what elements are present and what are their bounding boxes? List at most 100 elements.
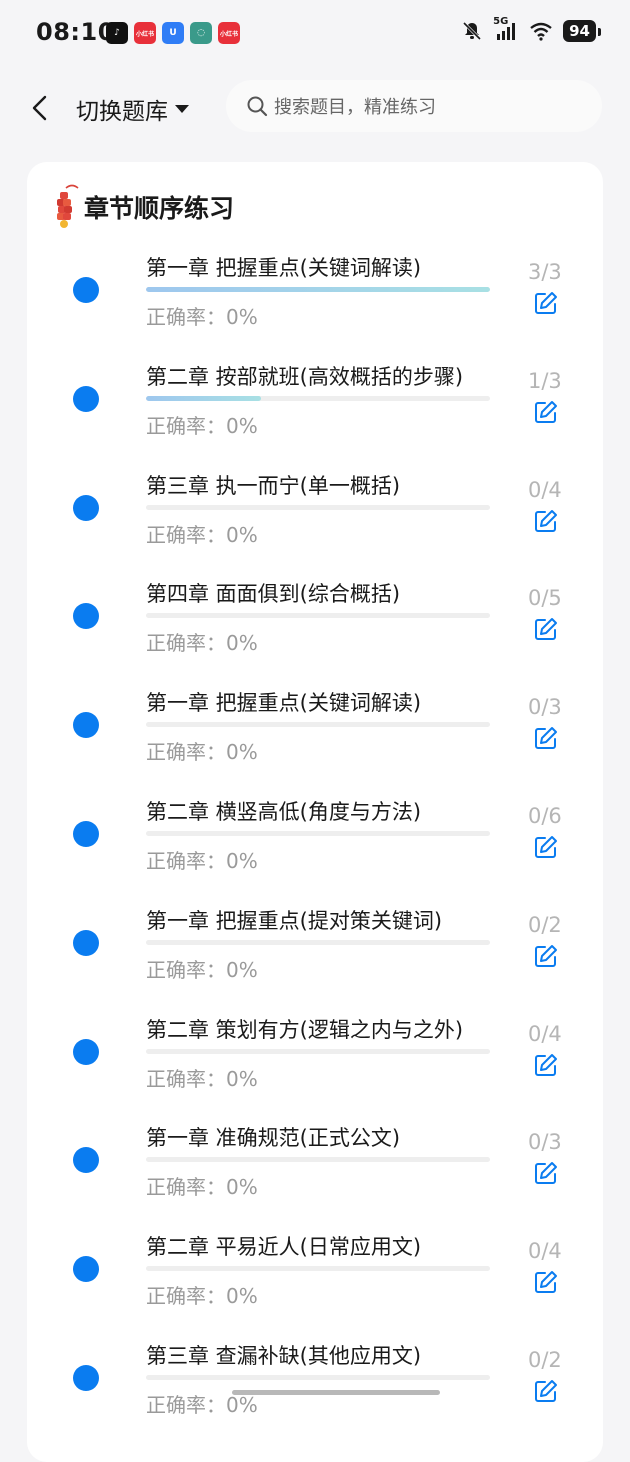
chapter-status-dot xyxy=(73,603,99,630)
scroll-indicator xyxy=(232,1390,440,1395)
xiaohongshu-icon-2: 小红书 xyxy=(218,22,240,44)
chapter-question-count: 1/3 xyxy=(528,368,562,393)
edit-icon xyxy=(533,1053,559,1082)
practice-edit-button[interactable] xyxy=(533,616,559,642)
chapter-progress-bar xyxy=(146,395,490,401)
chapter-accuracy: 正确率：0% xyxy=(146,413,258,438)
chapter-progress-bar xyxy=(146,1157,490,1163)
chapter-progress-bar xyxy=(146,939,490,945)
section-title: 章节顺序练习 xyxy=(84,194,235,223)
chapter-title: 第四章 面面俱到(综合概括) xyxy=(146,582,401,607)
chapter-question-count: 0/2 xyxy=(528,912,562,937)
practice-edit-button[interactable] xyxy=(533,508,559,534)
chapter-item[interactable]: 第一章 准确规范(正式公文) 正确率：0% 0/3 xyxy=(0,1120,630,1229)
chapter-accuracy: 正确率：0% xyxy=(146,957,258,982)
chapter-question-count: 0/3 xyxy=(528,695,562,720)
edit-icon xyxy=(533,400,559,429)
caret-down-icon xyxy=(175,105,189,113)
chapter-accuracy: 正确率：0% xyxy=(146,740,258,765)
chapter-item[interactable]: 第一章 把握重点(关键词解读) 正确率：0% 3/3 xyxy=(0,250,630,359)
chapter-item[interactable]: 第二章 策划有方(逻辑之内与之外) 正确率：0% 0/4 xyxy=(0,1012,630,1121)
chapter-question-count: 0/6 xyxy=(528,803,562,828)
chapter-status-dot xyxy=(73,1038,99,1065)
chapter-status-dot xyxy=(73,385,99,412)
chapter-status-dot xyxy=(73,929,99,956)
chapter-accuracy: 正确率：0% xyxy=(146,631,258,656)
chapter-title: 第二章 策划有方(逻辑之内与之外) xyxy=(146,1017,464,1042)
practice-edit-button[interactable] xyxy=(533,943,559,969)
chapter-accuracy: 正确率：0% xyxy=(146,1284,258,1309)
practice-edit-button[interactable] xyxy=(533,725,559,751)
chapter-item[interactable]: 第四章 面面俱到(综合概括) 正确率：0% 0/5 xyxy=(0,576,630,685)
switch-bank-label: 切换题库 xyxy=(76,99,168,125)
practice-edit-button[interactable] xyxy=(533,290,559,316)
chapter-accuracy: 正确率：0% xyxy=(146,305,258,329)
tiktok-icon: ♪ xyxy=(106,22,128,44)
switch-question-bank-dropdown[interactable]: 切换题库 xyxy=(76,92,190,126)
practice-edit-button[interactable] xyxy=(533,834,559,860)
chapter-title: 第一章 把握重点(关键词解读) xyxy=(146,256,422,280)
chapter-accuracy: 正确率：0% xyxy=(146,1066,258,1091)
status-time: 08:10 xyxy=(36,18,115,46)
chapter-question-count: 0/5 xyxy=(528,586,562,611)
search-input[interactable]: 搜索题目，精准练习 xyxy=(226,80,602,132)
chapter-title: 第一章 把握重点(提对策关键词) xyxy=(146,908,443,933)
chapter-title: 第二章 按部就班(高效概括的步骤) xyxy=(146,364,464,389)
chapter-status-dot xyxy=(73,1147,99,1174)
chapter-progress-fill xyxy=(146,395,261,401)
chapter-item[interactable]: 第一章 把握重点(提对策关键词) 正确率：0% 0/2 xyxy=(0,903,630,1012)
chapter-title: 第一章 准确规范(正式公文) xyxy=(146,1126,401,1151)
edit-icon xyxy=(533,1162,559,1190)
edit-icon xyxy=(533,618,559,646)
practice-edit-button[interactable] xyxy=(533,1378,559,1404)
chapter-progress-bar xyxy=(146,287,490,292)
wifi-icon xyxy=(530,22,552,41)
battery-indicator: 94 xyxy=(563,20,601,42)
edit-icon xyxy=(533,835,559,864)
edit-icon xyxy=(533,509,559,538)
chapter-status-dot xyxy=(73,494,99,521)
edit-icon xyxy=(533,292,559,320)
practice-edit-button[interactable] xyxy=(533,399,559,425)
chapter-item[interactable]: 第一章 把握重点(关键词解读) 正确率：0% 0/3 xyxy=(0,685,630,794)
chapter-item[interactable]: 第三章 执一而宁(单一概括) 正确率：0% 0/4 xyxy=(0,468,630,577)
chapter-title: 第二章 平易近人(日常应用文) xyxy=(146,1235,422,1260)
practice-edit-button[interactable] xyxy=(533,1160,559,1186)
chapter-progress-bar xyxy=(146,1266,490,1272)
chapter-question-count: 0/4 xyxy=(528,1021,562,1046)
practice-edit-button[interactable] xyxy=(533,1052,559,1078)
chapter-question-count: 3/3 xyxy=(528,260,562,284)
practice-edit-button[interactable] xyxy=(533,1269,559,1295)
chapter-progress-bar xyxy=(146,722,490,728)
chapter-progress-bar xyxy=(146,1048,490,1054)
xiaohongshu-icon: 小红书 xyxy=(134,22,156,44)
chevron-left-icon xyxy=(32,95,47,121)
signal-icon: 5G xyxy=(493,16,519,42)
chapter-list: 第一章 把握重点(关键词解读) 正确率：0% 3/3 第二章 按部就班(高效概括的步骤… xyxy=(0,250,630,1447)
chat-bubble-icon: ◌ xyxy=(190,22,212,44)
chapter-item[interactable]: 第二章 平易近人(日常应用文) 正确率：0% 0/4 xyxy=(0,1229,630,1338)
edit-icon xyxy=(533,944,559,973)
chapter-item[interactable]: 第二章 按部就班(高效概括的步骤) 正确率：0% 1/3 xyxy=(0,359,630,468)
chapter-progress-bar xyxy=(146,504,490,510)
chapter-question-count: 0/2 xyxy=(528,1347,562,1372)
firecracker-icon xyxy=(57,184,79,228)
section-header: 章节顺序练习 xyxy=(52,184,234,230)
chapter-status-dot xyxy=(73,1256,99,1283)
chapter-title: 第一章 把握重点(关键词解读) xyxy=(146,691,422,716)
edit-icon xyxy=(533,1379,559,1408)
chapter-item[interactable]: 第二章 横竖高低(角度与方法) 正确率：0% 0/6 xyxy=(0,794,630,903)
top-nav-bar: 切换题库 搜索题目，精准练习 xyxy=(0,68,630,148)
chapter-progress-bar xyxy=(146,613,490,619)
chapter-status-dot xyxy=(73,712,99,739)
back-button[interactable] xyxy=(24,88,56,128)
chapter-question-count: 0/3 xyxy=(528,1130,562,1155)
search-icon xyxy=(247,96,268,117)
chapter-progress-bar xyxy=(146,1374,490,1380)
status-bar: 08:10 ♪ 小红书 U ◌ 小红书 5G 94 xyxy=(0,0,630,68)
edit-icon xyxy=(533,727,559,755)
system-icons: 5G 94 xyxy=(461,16,601,42)
chapter-accuracy: 正确率：0% xyxy=(146,522,258,547)
chapter-progress-fill xyxy=(146,287,490,292)
chapter-status-dot xyxy=(73,277,99,303)
